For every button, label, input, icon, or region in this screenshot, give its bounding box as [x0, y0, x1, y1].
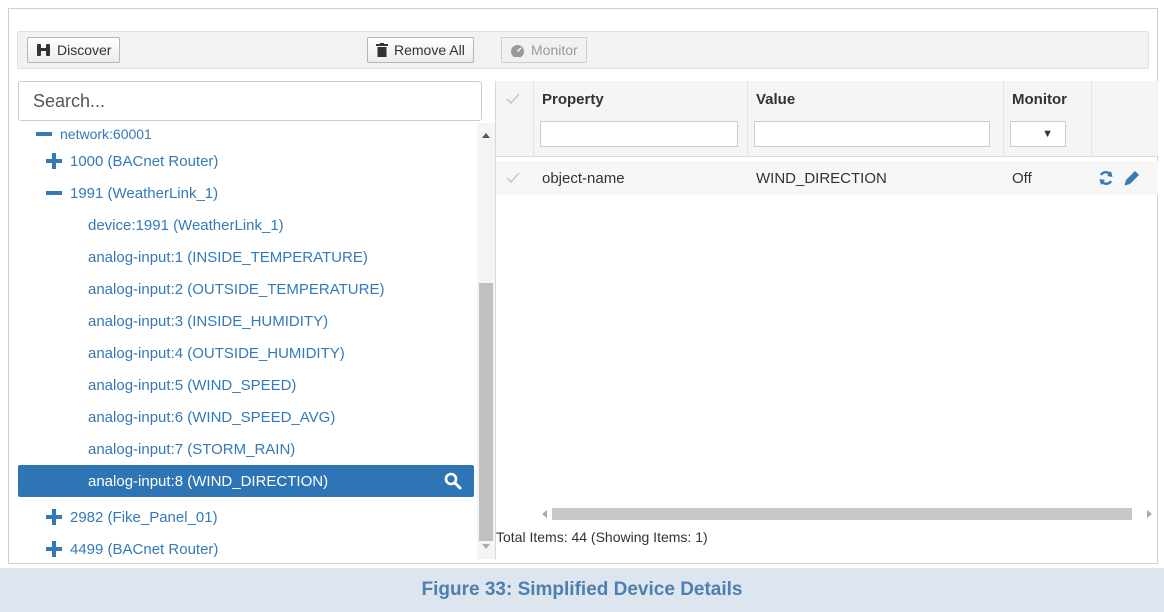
tree-node-label: 2982 (Fike_Panel_01)	[70, 508, 218, 526]
scroll-left-arrow-icon[interactable]	[542, 510, 547, 518]
dashboard-icon	[511, 44, 524, 57]
tree-node-label: device:1991 (WeatherLink_1)	[88, 216, 284, 234]
refresh-icon[interactable]	[1098, 170, 1114, 186]
tree-node-analog-input-5[interactable]: analog-input:5 (WIND_SPEED)	[18, 369, 474, 401]
table-row[interactable]: object-name WIND_DIRECTION Off	[496, 161, 1158, 195]
trash-icon	[376, 43, 388, 57]
pencil-icon[interactable]	[1124, 170, 1140, 186]
tree-node-analog-input-1[interactable]: analog-input:1 (INSIDE_TEMPERATURE)	[18, 241, 474, 273]
scroll-thumb[interactable]	[479, 283, 493, 541]
property-column-header[interactable]: Property	[534, 81, 748, 157]
tree-node-label: analog-input:7 (STORM_RAIN)	[88, 440, 296, 458]
tree-node-label: analog-input:2 (OUTSIDE_TEMPERATURE)	[88, 280, 385, 298]
tree-vertical-scrollbar[interactable]	[477, 123, 495, 559]
plus-icon[interactable]	[46, 541, 62, 557]
tree-node-analog-input-7[interactable]: analog-input:7 (STORM_RAIN)	[18, 433, 474, 465]
tree-node-label: analog-input:5 (WIND_SPEED)	[88, 376, 297, 394]
properties-grid: Property Value Monitor ▼ object-name WIN…	[495, 81, 1158, 559]
plus-icon[interactable]	[46, 153, 62, 169]
grid-horizontal-scrollbar[interactable]	[496, 505, 1158, 523]
discover-button[interactable]: Discover	[27, 37, 121, 63]
total-items-text: Total Items: 44 (Showing Items: 1)	[496, 529, 708, 545]
device-tree-panel: network:60001 1000 (BACnet Router) 1991 …	[18, 81, 496, 559]
toolbar: Discover Remove All Monitor	[9, 9, 1157, 75]
tree-node-4499[interactable]: 4499 (BACnet Router)	[18, 533, 474, 559]
value-column-header[interactable]: Value	[748, 81, 1004, 157]
property-filter-input[interactable]	[540, 121, 738, 147]
tree-node-label: 4499 (BACnet Router)	[70, 540, 219, 558]
tree-node-1991[interactable]: 1991 (WeatherLink_1)	[18, 177, 474, 209]
check-icon[interactable]	[506, 172, 520, 184]
monitor-header-label: Monitor	[1012, 91, 1067, 108]
tree-node-analog-input-8[interactable]: analog-input:8 (WIND_DIRECTION)	[18, 465, 474, 497]
tree-node-label: 1000 (BACnet Router)	[70, 152, 219, 170]
scroll-thumb[interactable]	[552, 508, 1132, 520]
binoculars-icon	[37, 44, 50, 56]
actions-column-header	[1092, 81, 1158, 157]
monitor-label: Monitor	[531, 42, 578, 58]
tree-node-label: analog-input:4 (OUTSIDE_HUMIDITY)	[88, 344, 345, 362]
tree-node-label: analog-input:8 (WIND_DIRECTION)	[88, 472, 329, 490]
monitor-filter-select[interactable]: ▼	[1010, 121, 1066, 147]
tree-node-label: analog-input:3 (INSIDE_HUMIDITY)	[88, 312, 329, 330]
check-icon[interactable]	[506, 93, 520, 105]
select-column-header[interactable]	[496, 81, 534, 157]
search-input[interactable]	[18, 81, 482, 121]
scroll-down-arrow-icon[interactable]	[482, 544, 490, 549]
tree-node-network[interactable]: network:60001	[18, 123, 474, 145]
property-cell: object-name	[542, 169, 625, 187]
tree-node-label: network:60001	[60, 126, 152, 142]
discover-label: Discover	[57, 42, 112, 58]
row-select-cell[interactable]	[496, 161, 534, 195]
tree-node-analog-input-4[interactable]: analog-input:4 (OUTSIDE_HUMIDITY)	[18, 337, 474, 369]
monitor-button[interactable]: Monitor	[501, 37, 587, 63]
minus-icon[interactable]	[36, 126, 52, 142]
tree-node-analog-input-6[interactable]: analog-input:6 (WIND_SPEED_AVG)	[18, 401, 474, 433]
tree-node-label: analog-input:6 (WIND_SPEED_AVG)	[88, 408, 336, 426]
grid-header: Property Value Monitor ▼	[496, 81, 1158, 157]
device-tree: network:60001 1000 (BACnet Router) 1991 …	[18, 123, 474, 559]
figure-caption: Figure 33: Simplified Device Details	[0, 568, 1164, 612]
scroll-up-arrow-icon[interactable]	[482, 133, 490, 138]
value-header-label: Value	[756, 91, 796, 108]
value-cell: WIND_DIRECTION	[756, 169, 887, 187]
remove-all-label: Remove All	[394, 42, 465, 58]
plus-icon[interactable]	[46, 509, 62, 525]
chevron-down-icon: ▼	[1042, 128, 1053, 140]
tree-node-device[interactable]: device:1991 (WeatherLink_1)	[18, 209, 474, 241]
figure-caption-text: Figure 33: Simplified Device Details	[421, 579, 743, 600]
tree-node-label: analog-input:1 (INSIDE_TEMPERATURE)	[88, 248, 368, 266]
device-details-panel: Discover Remove All Monitor network:6000…	[8, 8, 1158, 564]
property-header-label: Property	[542, 91, 604, 108]
search-icon[interactable]	[444, 472, 462, 490]
remove-all-button[interactable]: Remove All	[367, 37, 474, 63]
row-actions-cell	[1092, 161, 1158, 195]
tree-node-2982[interactable]: 2982 (Fike_Panel_01)	[18, 501, 474, 533]
tree-node-1000[interactable]: 1000 (BACnet Router)	[18, 145, 474, 177]
monitor-cell: Off	[1012, 169, 1032, 187]
value-filter-input[interactable]	[754, 121, 990, 147]
tree-node-analog-input-2[interactable]: analog-input:2 (OUTSIDE_TEMPERATURE)	[18, 273, 474, 305]
tree-node-analog-input-3[interactable]: analog-input:3 (INSIDE_HUMIDITY)	[18, 305, 474, 337]
minus-icon[interactable]	[46, 185, 62, 201]
tree-node-label: 1991 (WeatherLink_1)	[70, 184, 219, 202]
scroll-right-arrow-icon[interactable]	[1147, 510, 1152, 518]
monitor-column-header[interactable]: Monitor ▼	[1004, 81, 1092, 157]
